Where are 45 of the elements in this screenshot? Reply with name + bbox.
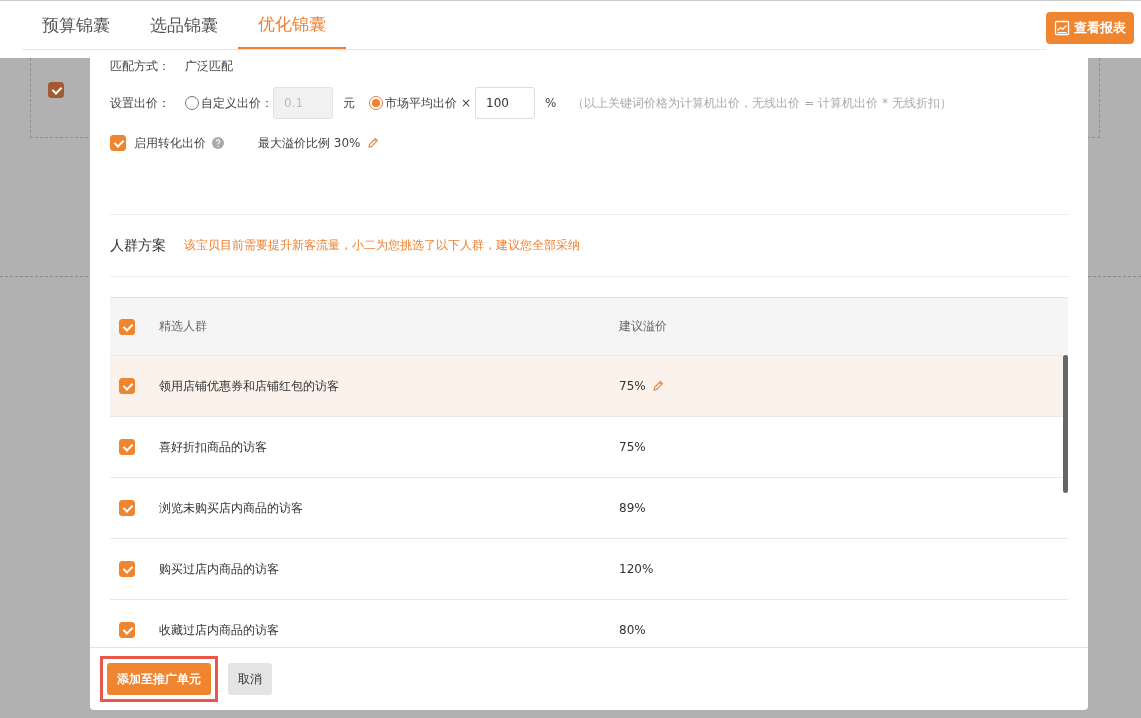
chart-icon [1054, 20, 1070, 36]
table-row[interactable]: 浏览未购买店内商品的访客 89% [110, 478, 1068, 539]
hint-text: 该宝贝目前需要提升新客流量，小二为您挑选了以下人群，建议您全部采纳 [184, 237, 580, 254]
dialog-button[interactable]: 取消 [228, 663, 272, 695]
checkbox[interactable] [119, 561, 135, 577]
pencil-icon[interactable] [651, 380, 664, 392]
checkbox[interactable] [119, 318, 135, 335]
table-row[interactable]: 收藏过店内商品的访客 80% [110, 600, 1068, 647]
checkbox[interactable] [119, 500, 135, 516]
checkbox[interactable] [48, 82, 64, 98]
table-row[interactable]: 购买过店内商品的访客 120% [110, 539, 1068, 600]
section-title: 人群方案 [110, 236, 166, 255]
field-label: 匹配方式： [110, 58, 171, 75]
tab[interactable]: 预算锦囊 [22, 1, 130, 49]
table-cell: 89% [619, 501, 646, 515]
table-cell: 120% [619, 562, 654, 576]
table-cell: 80% [619, 623, 646, 637]
premium-ratio: 最大溢价比例 30% [258, 134, 361, 152]
checkbox[interactable] [119, 622, 135, 638]
unit-label: % [545, 96, 557, 110]
checkbox[interactable] [119, 378, 135, 394]
multiply-sign: × [461, 96, 472, 110]
tab[interactable]: 选品锦囊 [130, 1, 238, 49]
table-cell-text: 购买过店内商品的访客 [159, 560, 280, 578]
radio-label: 市场平均出价 [385, 94, 457, 112]
checkbox[interactable] [110, 135, 126, 151]
table-cell-text: 浏览未购买店内商品的访客 [159, 499, 304, 517]
field-label: 设置出价： [110, 94, 171, 112]
scrollbar[interactable] [1063, 355, 1068, 493]
table-cell-text: 收藏过店内商品的访客 [159, 621, 280, 639]
unit-label: 元 [343, 94, 355, 112]
column-header: 精选人群 [159, 318, 208, 335]
pencil-icon[interactable] [366, 137, 379, 149]
table-cell-text: 领用店铺优惠券和店铺红包的访客 [159, 377, 340, 395]
checkbox[interactable] [119, 439, 135, 455]
checkbox-label: 启用转化出价 [134, 134, 206, 152]
field-value: 广泛匹配 [185, 58, 233, 75]
radio-label: 自定义出价： [201, 94, 273, 112]
help-icon[interactable] [212, 137, 224, 149]
note-text: （以上关键词价格为计算机出价，无线出价 = 计算机出价 * 无线折扣） [572, 94, 952, 112]
table-cell: 75% [619, 440, 646, 454]
table-cell-text: 喜好折扣商品的访客 [159, 438, 268, 456]
table-cell: 75% [619, 379, 646, 393]
column-header: 建议溢价 [619, 318, 667, 335]
bid-input[interactable]: 100 [475, 87, 536, 119]
